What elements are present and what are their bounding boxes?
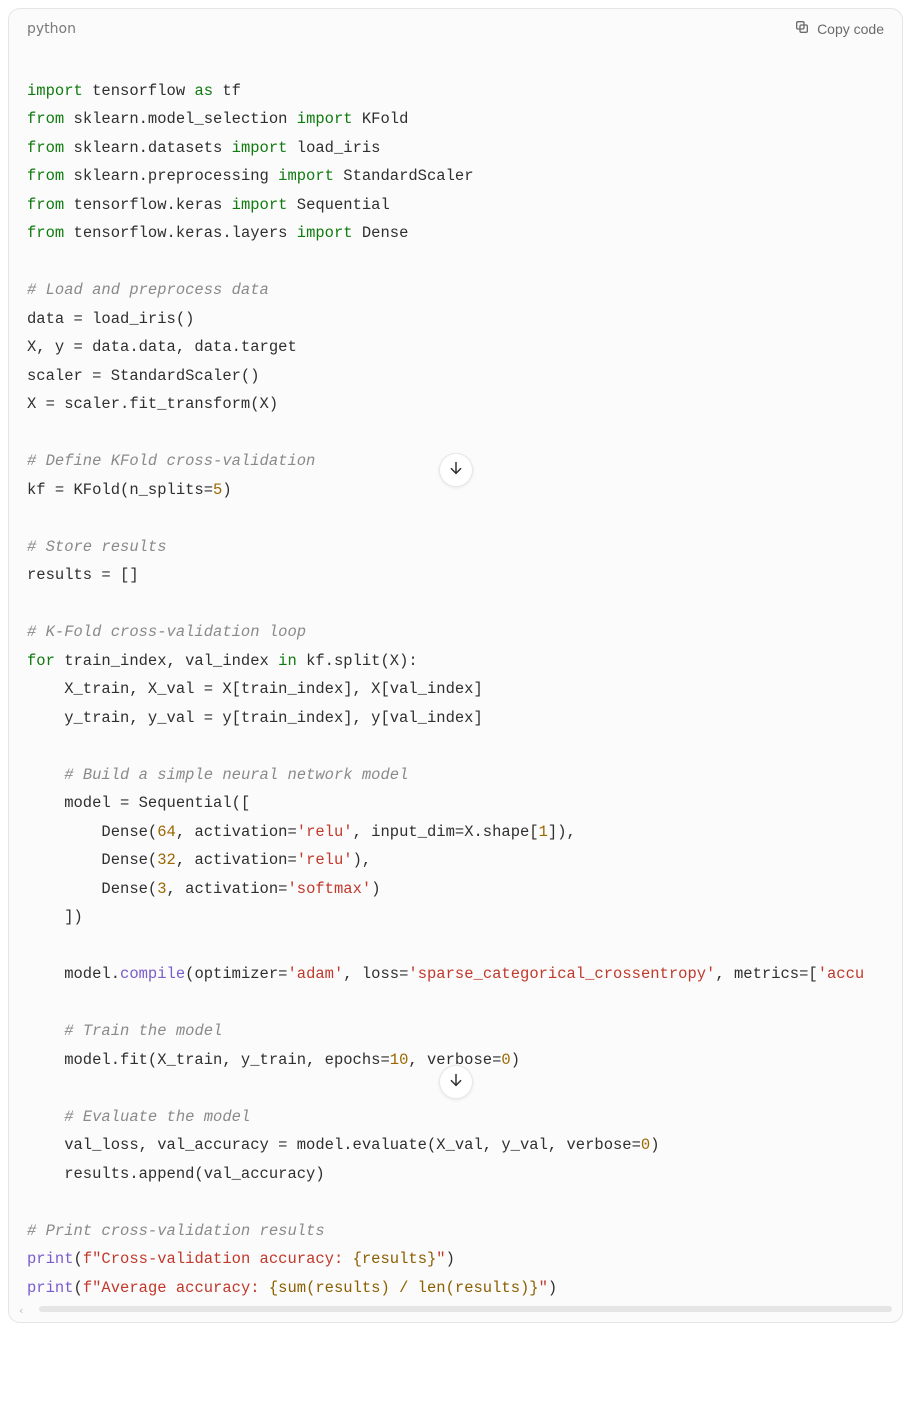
scroll-left-arrow-icon: ‹ bbox=[19, 1304, 23, 1317]
arrow-down-icon bbox=[448, 1072, 464, 1092]
code-scroll-area[interactable]: import tensorflow as tf from sklearn.mod… bbox=[9, 48, 902, 1306]
code-block-card: python Copy code import tensorflow as tf… bbox=[8, 8, 903, 1323]
code-body: import tensorflow as tf from sklearn.mod… bbox=[9, 42, 902, 1322]
code-content: import tensorflow as tf from sklearn.mod… bbox=[27, 48, 884, 1302]
copy-code-button[interactable]: Copy code bbox=[794, 19, 884, 38]
copy-icon bbox=[794, 19, 810, 38]
horizontal-scrollbar[interactable]: ‹ bbox=[17, 1306, 894, 1314]
arrow-down-icon bbox=[448, 460, 464, 480]
code-language-label: python bbox=[27, 21, 76, 37]
scroll-down-button[interactable] bbox=[439, 1065, 473, 1099]
scroll-down-button[interactable] bbox=[439, 453, 473, 487]
scrollbar-thumb[interactable] bbox=[39, 1306, 892, 1312]
code-header: python Copy code bbox=[9, 9, 902, 42]
copy-code-label: Copy code bbox=[817, 21, 884, 37]
